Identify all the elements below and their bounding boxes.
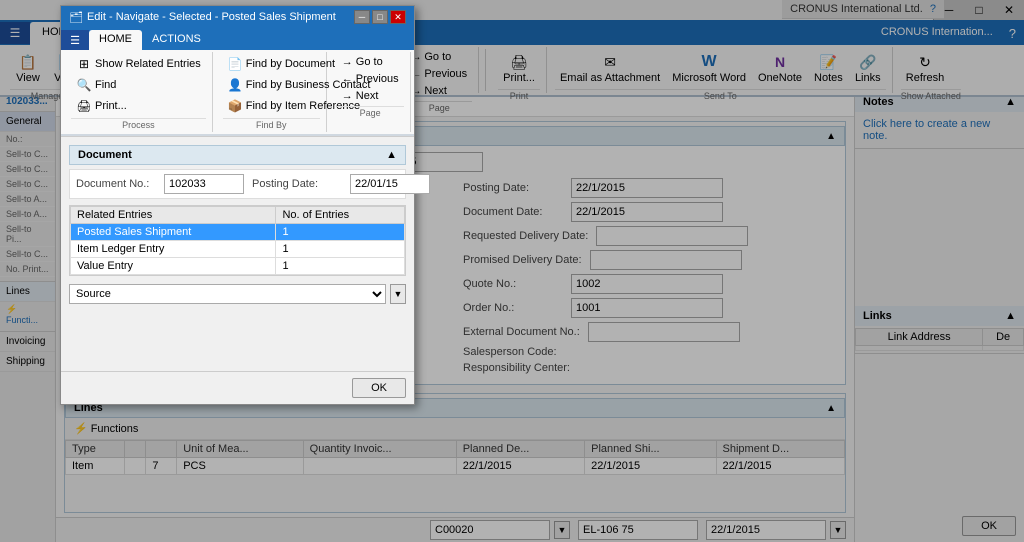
dialog-ribbon-page: → Go to ← Previous → Next [331,52,411,132]
dialog-show-related-btn[interactable]: ⊞ Show Related Entries [71,54,206,74]
source-select[interactable]: Source [69,284,386,304]
dialog-controls: ─ □ ✕ [354,10,406,24]
dialog-page-btns: → Go to ← Previous → Next [337,54,404,104]
dialog-form-top: Document No.: Posting Date: [69,169,406,199]
dialog-prev-btn[interactable]: ← Previous [337,71,404,87]
dialog-find-by-label: Find By [223,118,320,130]
entry-row-ledger[interactable]: Item Ledger Entry 1 [71,241,405,258]
document-chevron: ▲ [386,149,397,161]
dialog-title-left: 🗂 Edit - Navigate - Selected - Posted Sa… [69,11,336,24]
dialog-process-btns: ⊞ Show Related Entries 🔍 Find 🖨 Print... [71,54,206,116]
dialog-goto-btn[interactable]: → Go to [337,54,404,70]
dialog-tab-home[interactable]: HOME [89,30,142,50]
dialog-restore-btn[interactable]: □ [372,10,388,24]
related-entries-table: Related Entries No. of Entries Posted Sa… [70,206,405,275]
dialog-ribbon-find-by: 📄 Find by Document 👤 Find by Business Co… [217,52,327,132]
col-no-entries: No. of Entries [276,207,405,224]
dialog-next-btn[interactable]: → Next [337,88,404,104]
dialog-posting-label: Posting Date: [252,178,342,190]
entry-ledger-count: 1 [276,241,405,258]
dialog-find-doc-icon: 📄 [228,56,243,72]
dialog-process-label: Process [71,118,206,130]
entry-ledger-name: Item Ledger Entry [71,241,276,258]
dialog-show-icon: ⊞ [76,56,92,72]
dialog-find-contact-btn[interactable]: 👤 Find by Business Contact [223,75,320,95]
dialog-print-icon: 🖨 [76,98,92,114]
page-btns-col: → Go to ← Previous → Next [337,54,404,104]
entry-row-value[interactable]: Value Entry 1 [71,258,405,275]
dialog-find-item-icon: 📦 [228,98,243,114]
dialog-find-item-btn[interactable]: 📦 Find by Item Reference [223,96,320,116]
dialog-content-area: Document ▲ Document No.: Posting Date: R… [61,137,414,371]
dialog-close-btn[interactable]: ✕ [390,10,406,24]
entry-value-count: 1 [276,258,405,275]
dialog-find-contact-icon: 👤 [228,77,243,93]
dialog-footer: OK [61,371,414,404]
source-dropdown-btn[interactable]: ▼ [390,284,406,304]
entry-shipment-name: Posted Sales Shipment [71,224,276,241]
entry-row-shipment[interactable]: Posted Sales Shipment 1 [71,224,405,241]
dialog-ribbon-content: ⊞ Show Related Entries 🔍 Find 🖨 Print...… [61,50,414,136]
dialog-docno-label: Document No.: [76,178,156,190]
dialog-find-by-btns: 📄 Find by Document 👤 Find by Business Co… [223,54,320,116]
related-entries-table-container: Related Entries No. of Entries Posted Sa… [69,205,406,276]
source-row: Source ▼ [69,284,406,304]
dialog-overlay: 🗂 Edit - Navigate - Selected - Posted Sa… [0,0,1024,542]
entry-value-name: Value Entry [71,258,276,275]
entry-shipment-count: 1 [276,224,405,241]
dialog-tab-actions[interactable]: ACTIONS [142,30,211,50]
dialog-docno-input[interactable] [164,174,244,194]
dialog-find-btn[interactable]: 🔍 Find [71,75,206,95]
dialog-find-icon: 🔍 [76,77,92,93]
dialog-posting-input[interactable] [350,174,430,194]
dialog-page-label: Page [337,106,404,118]
dialog-ribbon-tabs: ☰ HOME ACTIONS [61,28,414,50]
document-section-header[interactable]: Document ▲ [69,145,406,165]
dialog-ok-button[interactable]: OK [352,378,406,398]
dialog-nav-icon: 🗂 [69,11,83,24]
col-related-entries: Related Entries [71,207,276,224]
dialog-title-bar: 🗂 Edit - Navigate - Selected - Posted Sa… [61,6,414,28]
dialog-ribbon-process: ⊞ Show Related Entries 🔍 Find 🖨 Print...… [65,52,213,132]
navigate-dialog: 🗂 Edit - Navigate - Selected - Posted Sa… [60,5,415,405]
dialog-ribbon: ☰ HOME ACTIONS ⊞ Show Related Entries 🔍 [61,28,414,137]
dialog-find-doc-btn[interactable]: 📄 Find by Document [223,54,320,74]
dialog-title-text: Edit - Navigate - Selected - Posted Sale… [87,11,336,23]
dialog-print-btn[interactable]: 🖨 Print... [71,96,206,116]
dialog-minimize-btn[interactable]: ─ [354,10,370,24]
dialog-nav-menu[interactable]: ☰ [61,30,89,50]
document-section-label: Document [78,149,132,161]
